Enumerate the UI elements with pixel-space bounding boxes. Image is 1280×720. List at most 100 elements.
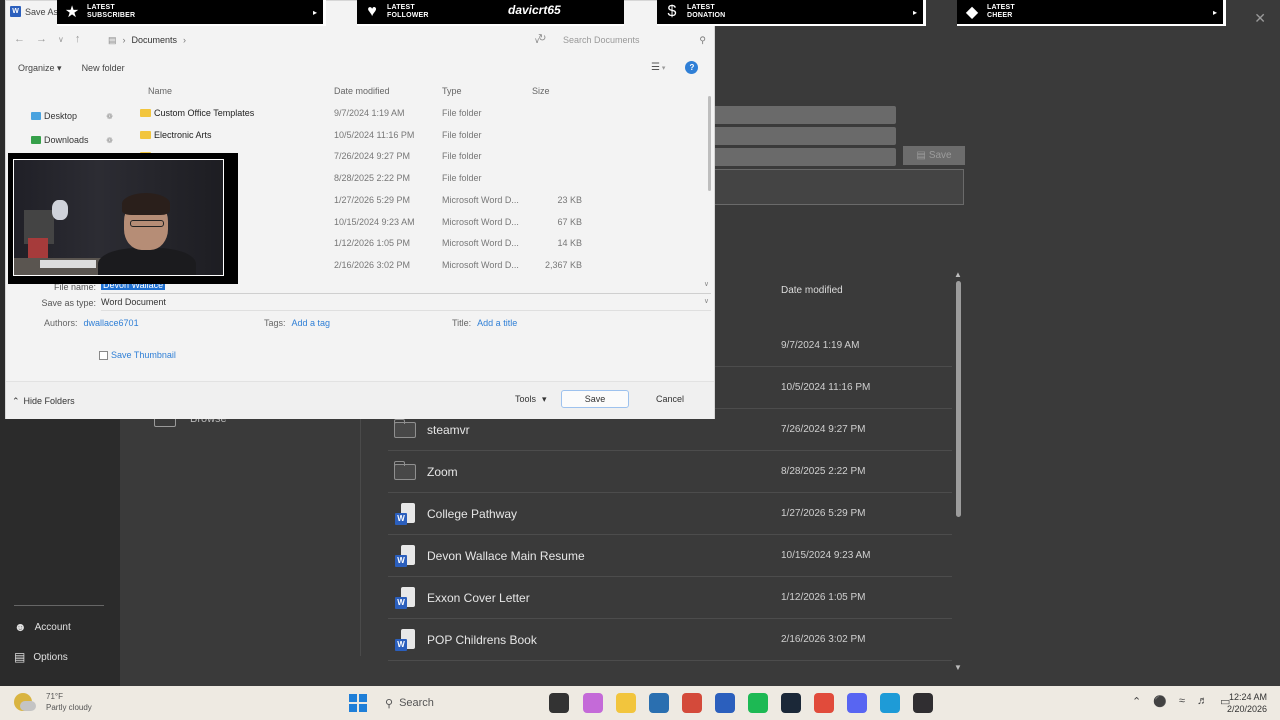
sidebar-item-options[interactable]: ▤ Options: [14, 650, 68, 664]
backstage-file-row[interactable]: POP Childrens Book 2/16/2026 3:02 PM: [388, 619, 952, 661]
breadcrumb-separator: ›: [183, 35, 187, 45]
backstage-more-options-select[interactable]: [713, 148, 896, 166]
save-thumbnail-checkbox[interactable]: Save Thumbnail: [99, 350, 176, 360]
backstage-save-button[interactable]: ▤ Save: [903, 146, 965, 165]
column-header-type[interactable]: Type: [442, 86, 462, 96]
backstage-file-row[interactable]: Exxon Cover Letter 1/12/2026 1:05 PM: [388, 577, 952, 619]
folder-icon: [140, 130, 151, 139]
breadcrumb-documents[interactable]: Documents: [132, 35, 178, 45]
backstage-scrollbar[interactable]: ▲ ▼: [954, 270, 962, 672]
column-header-name[interactable]: Name: [148, 86, 172, 96]
scroll-thumb[interactable]: [955, 281, 961, 517]
file-row[interactable]: Electronic Arts 10/5/2024 11:16 PM File fo…: [136, 125, 711, 146]
store-icon[interactable]: [649, 693, 669, 713]
microphone-icon[interactable]: ⚫: [1153, 695, 1167, 708]
chevron-right-icon: ▸: [312, 7, 317, 17]
scroll-up-arrow-icon[interactable]: ▲: [954, 270, 962, 279]
options-icon: ▤: [14, 650, 26, 664]
checkbox-box[interactable]: [99, 350, 108, 360]
backstage-file-date: 1/27/2026 5:29 PM: [781, 508, 866, 519]
title-field[interactable]: Title: Add a title: [452, 318, 517, 328]
volume-icon[interactable]: ♬: [1197, 695, 1208, 708]
backstage-file-row[interactable]: College Pathway 1/27/2026 5:29 PM: [388, 493, 952, 535]
webcam-overlay: [8, 153, 238, 284]
taskbar-search[interactable]: ⚲ Search: [380, 691, 540, 715]
backstage-file-name: Devon Wallace Main Resume: [427, 548, 585, 563]
file-row[interactable]: Custom Office Templates 9/7/2024 1:19 AM F…: [136, 103, 711, 124]
authors-field[interactable]: Authors: dwallace6701: [44, 318, 139, 328]
app-g-icon[interactable]: [682, 693, 702, 713]
hide-folders-button[interactable]: ⌃ Hide Folders: [12, 396, 75, 407]
backstage-file-date: 2/16/2026 3:02 PM: [781, 634, 866, 645]
search-icon: ⚲: [385, 697, 394, 710]
pin-icon: ❁: [106, 135, 113, 145]
up-arrow-icon[interactable]: ↑: [75, 33, 81, 45]
dialog-toolbar: Organize ▾ New folder: [18, 63, 125, 74]
folder-icon: [140, 109, 151, 117]
taskbar-clock[interactable]: 12:24 AM 2/20/2026: [1211, 691, 1267, 715]
nav-item-downloads[interactable]: Downloads ❁: [31, 135, 113, 145]
forward-arrow-icon[interactable]: →: [36, 33, 47, 45]
backstage-filename-input[interactable]: [713, 106, 896, 124]
view-options-icon[interactable]: ☰ ▾: [651, 62, 665, 73]
word-icon[interactable]: [715, 693, 735, 713]
save-button[interactable]: Save: [561, 390, 629, 408]
chevron-down-icon[interactable]: ∨: [704, 297, 709, 305]
sidebar-item-label: Options: [33, 651, 68, 663]
cancel-button[interactable]: Cancel: [636, 390, 704, 408]
task-view-icon[interactable]: [549, 693, 569, 713]
backstage-filetype-select[interactable]: [713, 127, 896, 145]
edge-icon[interactable]: [880, 693, 900, 713]
search-placeholder: Search Documents: [563, 35, 640, 45]
file-list-scrollbar[interactable]: [708, 96, 711, 191]
scroll-down-arrow-icon[interactable]: ▼: [954, 663, 962, 672]
chevron-right-icon: ▸: [1212, 7, 1217, 17]
date-modified-header[interactable]: Date modified: [781, 285, 843, 296]
address-navigation: ← → ∨ ↑: [14, 33, 80, 45]
search-input[interactable]: Search Documents ⚲: [558, 31, 711, 49]
breadcrumb-separator: ›: [122, 35, 126, 45]
file-explorer-icon[interactable]: [616, 693, 636, 713]
tags-field[interactable]: Tags: Add a tag: [264, 318, 330, 328]
nav-item-desktop[interactable]: Desktop ❁: [31, 111, 113, 121]
start-button[interactable]: [349, 694, 367, 712]
discord-icon[interactable]: [847, 693, 867, 713]
chevron-up-icon[interactable]: ⌃: [1132, 695, 1141, 708]
chevron-up-icon: ⌃: [12, 396, 20, 406]
help-icon[interactable]: ?: [685, 61, 699, 74]
copilot-icon[interactable]: [583, 693, 603, 713]
diamond-icon: ◆: [965, 4, 979, 21]
organize-button[interactable]: Organize ▾: [18, 63, 62, 74]
address-bar[interactable]: ▤ › Documents › ∨: [104, 31, 540, 49]
column-header-size[interactable]: Size: [532, 86, 550, 96]
file-size: 67 KB: [557, 216, 582, 227]
file-size: 14 KB: [557, 238, 582, 249]
obs-icon[interactable]: [913, 693, 933, 713]
backstage-file-row[interactable]: Zoom 8/28/2025 2:22 PM: [388, 451, 952, 493]
save-type-select[interactable]: Word Document ∨: [101, 297, 711, 311]
chevron-down-icon[interactable]: ∨: [704, 280, 709, 288]
steam-icon[interactable]: [781, 693, 801, 713]
refresh-icon[interactable]: ↻: [538, 33, 546, 44]
column-header-date[interactable]: Date modified: [334, 86, 390, 96]
new-folder-button[interactable]: New folder: [82, 63, 125, 74]
wifi-icon[interactable]: ≈: [1179, 695, 1185, 708]
close-icon[interactable]: ✕: [1254, 10, 1266, 27]
save-type-value: Word Document: [101, 297, 166, 307]
webcam-feed: [13, 159, 224, 276]
sidebar-item-account[interactable]: ☻ Account: [14, 620, 71, 634]
sidebar-item-label: Account: [34, 621, 71, 633]
spotify-icon[interactable]: [748, 693, 768, 713]
chevron-down-icon[interactable]: ∨: [58, 35, 64, 45]
backstage-file-row[interactable]: Devon Wallace Main Resume 10/15/2024 9:23…: [388, 535, 952, 577]
back-arrow-icon[interactable]: ←: [14, 33, 25, 45]
file-size: 23 KB: [557, 194, 582, 205]
file-name: Electronic Arts: [154, 129, 212, 140]
latest-follower-alert: ♥ LATEST FOLLOWER: [357, 0, 624, 26]
chrome-icon[interactable]: [814, 693, 834, 713]
weather-widget[interactable]: 71°F Partly cloudy: [14, 691, 92, 713]
tools-menu[interactable]: Tools ▾: [515, 394, 547, 405]
file-type: File folder: [442, 173, 482, 184]
taskbar: 71°F Partly cloudy ⚲ Search ⌃ ⚫ ≈ ♬ ▭ 12:…: [0, 686, 1280, 720]
backstage-file-name: steamvr: [427, 422, 470, 437]
